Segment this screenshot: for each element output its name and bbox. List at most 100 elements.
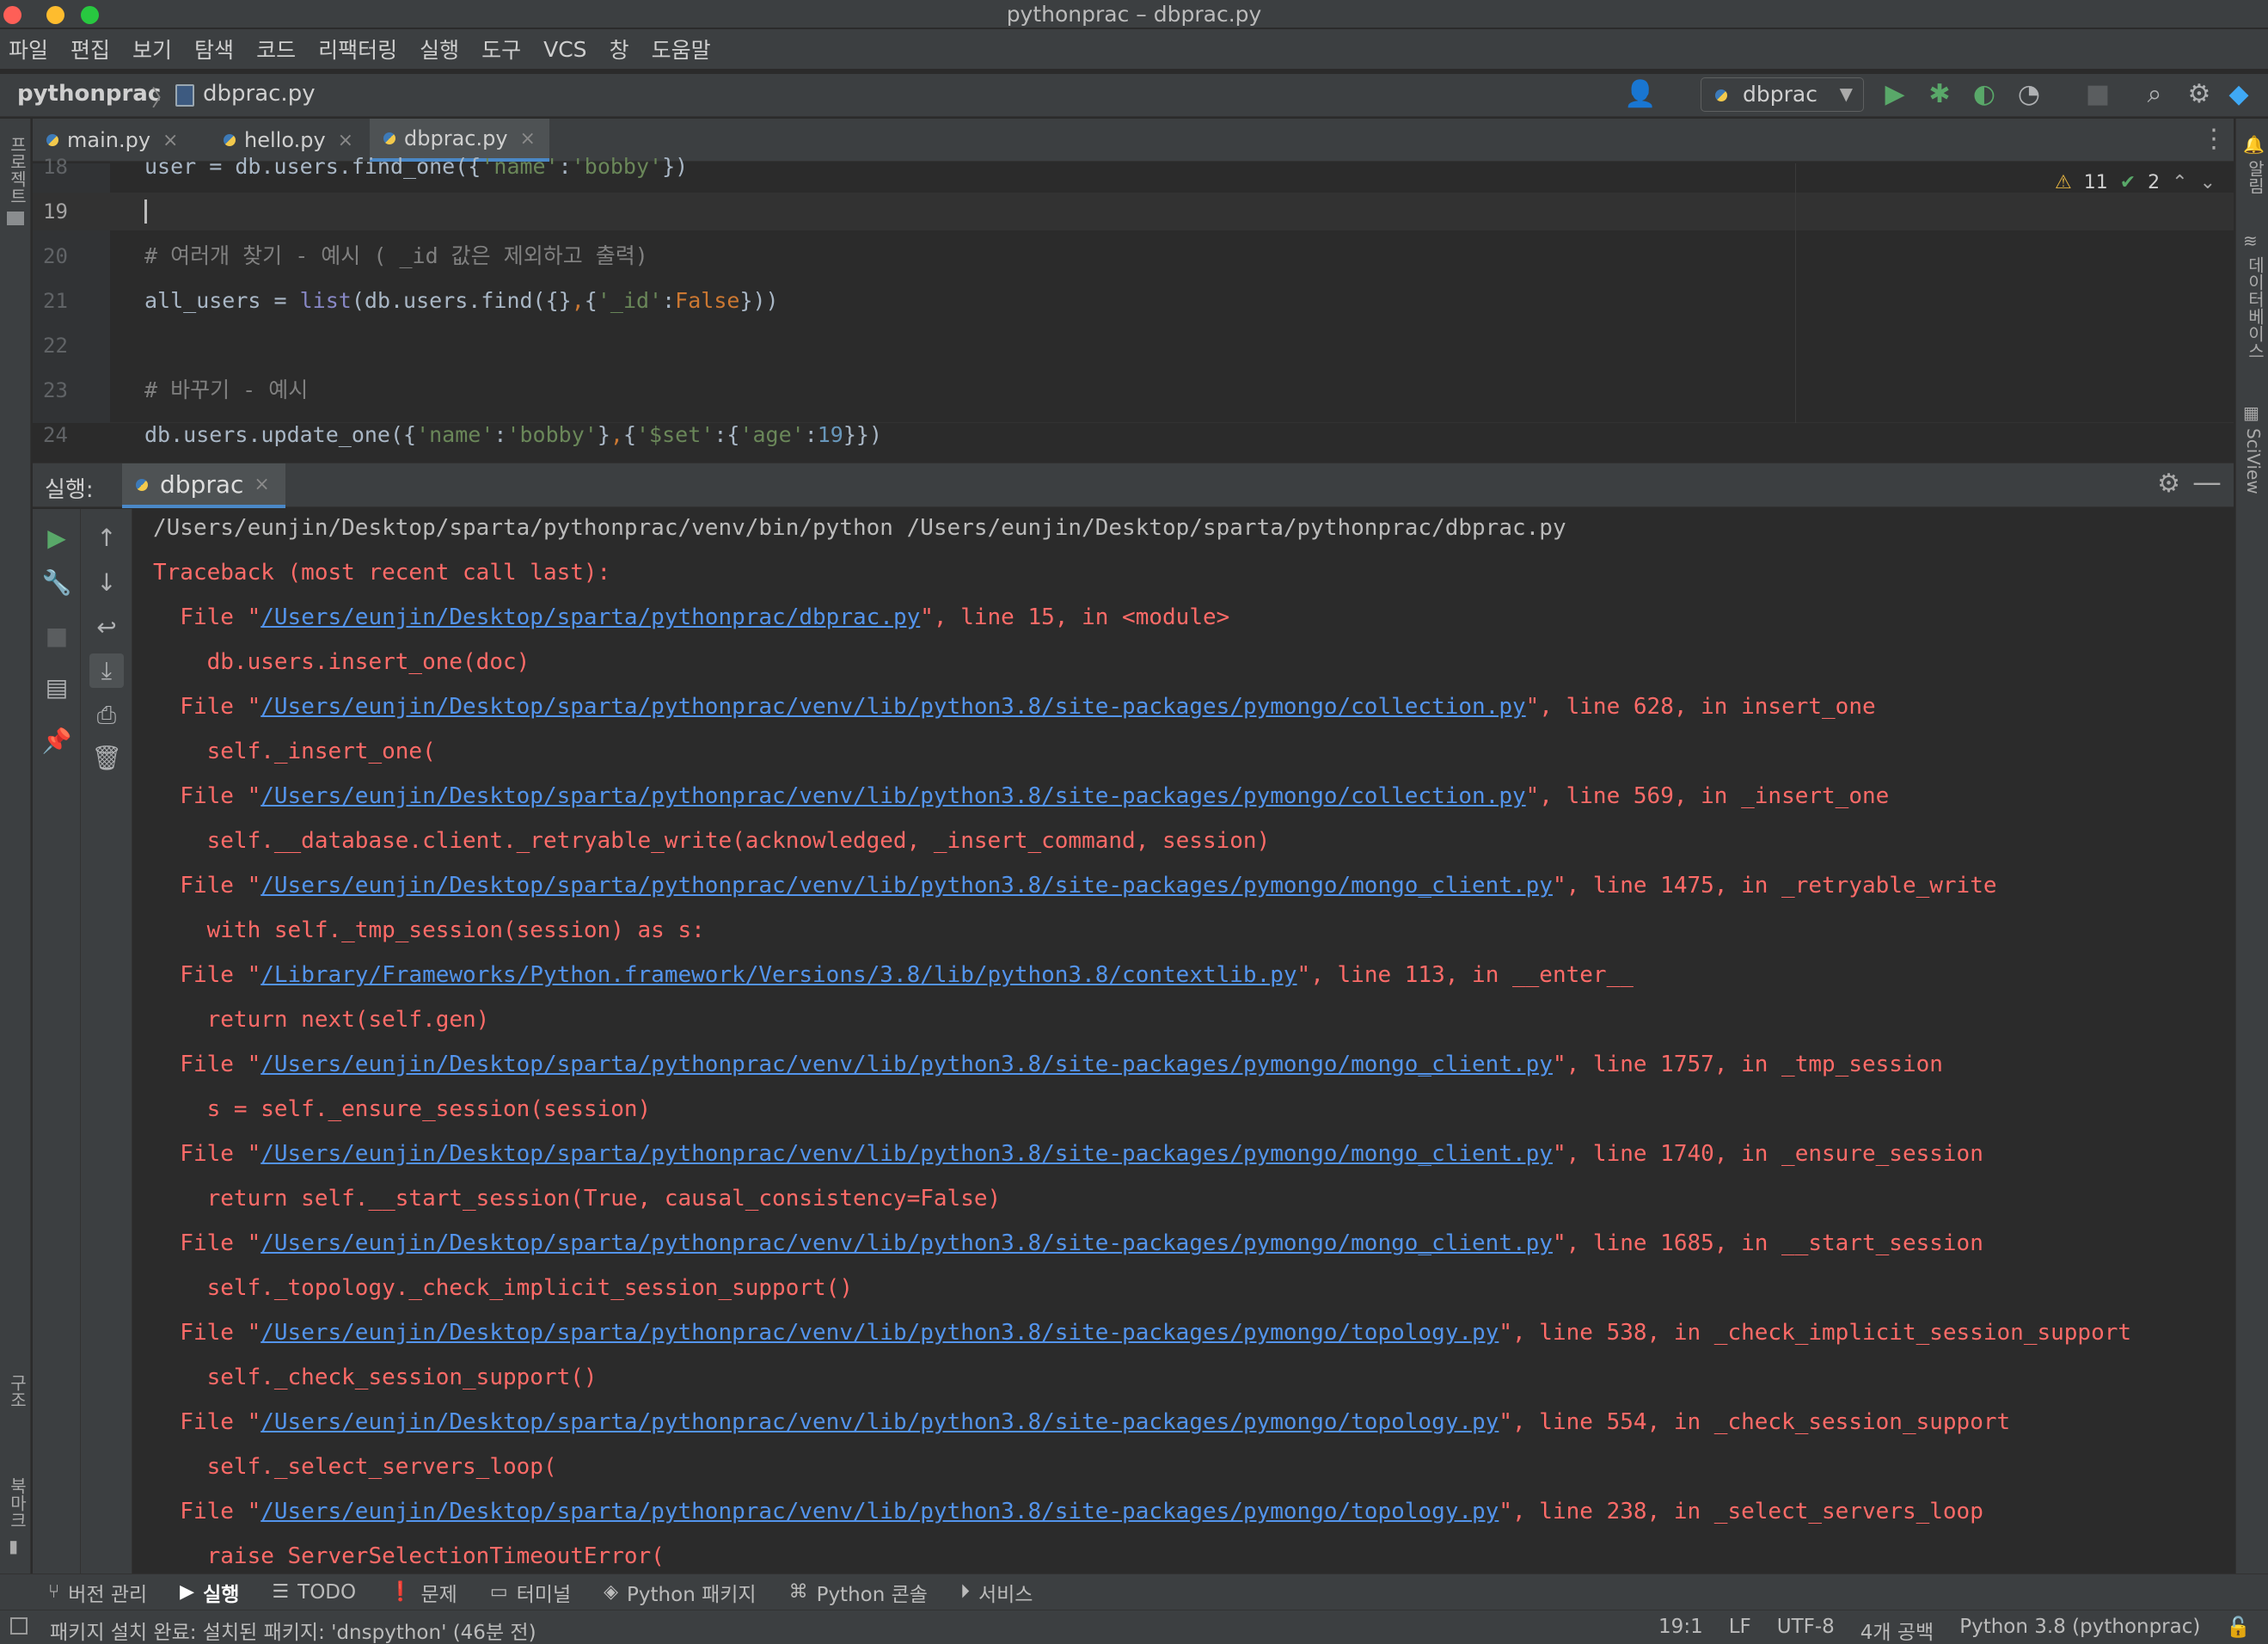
console-error-line: self._topology._check_implicit_session_s… bbox=[153, 1269, 853, 1307]
menu-item[interactable]: 실행 bbox=[420, 34, 459, 64]
layout-icon[interactable]: ▤ bbox=[40, 671, 74, 705]
tool-window-button[interactable]: ☰ TODO bbox=[272, 1581, 356, 1604]
close-icon[interactable]: × bbox=[254, 474, 269, 495]
code-token: list bbox=[299, 288, 352, 313]
stop-icon[interactable]: ■ bbox=[2081, 77, 2115, 112]
file-link[interactable]: /Users/eunjin/Desktop/sparta/pythonprac/… bbox=[261, 694, 1525, 720]
right-tool-strip: 🔔 알림 ≋ 데이터베이스 ▦ SciView bbox=[2235, 119, 2268, 1573]
file-encoding[interactable]: UTF-8 bbox=[1777, 1616, 1835, 1644]
code-editor[interactable]: 18 user = db.users.find_one({'name':'bobb… bbox=[33, 154, 2234, 447]
menu-item[interactable]: 편집 bbox=[70, 34, 110, 64]
soft-wrap-icon[interactable]: ↩ bbox=[89, 610, 124, 645]
run-configuration-selector[interactable]: dbprac ▼ bbox=[1701, 77, 1864, 112]
line-number: 21 bbox=[43, 289, 68, 313]
lock-icon[interactable]: 🔓 bbox=[2226, 1616, 2251, 1644]
code-line[interactable]: 19 bbox=[33, 193, 2234, 230]
tool-window-button[interactable]: ⑂ 버전 관리 bbox=[48, 1578, 147, 1607]
file-link[interactable]: /Users/eunjin/Desktop/sparta/pythonprac/… bbox=[261, 873, 1553, 899]
rerun-icon[interactable]: ▶ bbox=[40, 521, 74, 555]
python-file-icon bbox=[383, 132, 395, 144]
code-line[interactable]: 23 # 바꾸기 - 예시 bbox=[33, 371, 2234, 409]
code-line[interactable]: 22 bbox=[33, 327, 2234, 365]
arrow-up-icon[interactable]: ↑ bbox=[89, 521, 124, 555]
chevron-up-icon[interactable]: ⌃ bbox=[2172, 172, 2187, 193]
tool-window-button[interactable]: ⌘ Python 콘솔 bbox=[789, 1578, 928, 1607]
pin-icon[interactable]: 📌 bbox=[40, 724, 74, 758]
status-message[interactable]: 패키지 설치 완료: 설치된 패키지: 'dnspython' (46분 전) bbox=[50, 1616, 536, 1644]
close-icon[interactable]: × bbox=[520, 128, 536, 150]
file-link[interactable]: /Users/eunjin/Desktop/sparta/pythonprac/… bbox=[261, 783, 1525, 809]
stop-icon[interactable]: ■ bbox=[40, 619, 74, 653]
coverage-icon[interactable]: ◐ bbox=[1967, 77, 2001, 112]
code-line[interactable]: 24 db.users.update_one({'name':'bobby'},{… bbox=[33, 416, 2234, 454]
sciview-tool-button[interactable]: SciView bbox=[2243, 428, 2264, 494]
search-icon[interactable]: ⌕ bbox=[2137, 77, 2172, 112]
run-console-output[interactable]: /Users/eunjin/Desktop/sparta/pythonprac/… bbox=[134, 509, 2234, 1573]
settings-icon[interactable]: ⚙ bbox=[2157, 469, 2180, 499]
line-separator[interactable]: LF bbox=[1729, 1616, 1751, 1644]
tool-window-button[interactable]: ▭ 터미널 bbox=[490, 1578, 571, 1607]
console-text: self._insert_one( bbox=[153, 739, 436, 764]
inspection-widget[interactable]: ⚠ 11 ✔ 2 ⌃ ⌄ bbox=[2055, 172, 2216, 193]
tool-window-button[interactable]: ◈ Python 패키지 bbox=[604, 1578, 756, 1607]
file-link[interactable]: /Users/eunjin/Desktop/sparta/pythonprac/… bbox=[261, 1409, 1499, 1435]
menu-item[interactable]: 보기 bbox=[132, 34, 172, 64]
console-text: Traceback (most recent call last): bbox=[153, 560, 611, 586]
plugin-icon[interactable]: ◆ bbox=[2222, 77, 2256, 112]
menu-item[interactable]: 창 bbox=[610, 34, 629, 64]
menu-item[interactable]: 파일 bbox=[9, 34, 48, 64]
console-error-line: with self._tmp_session(session) as s: bbox=[153, 911, 705, 949]
menu-item[interactable]: 도구 bbox=[481, 34, 521, 64]
file-link[interactable]: /Users/eunjin/Desktop/sparta/pythonprac/… bbox=[261, 1052, 1553, 1077]
notifications-tool-button[interactable]: 알림 bbox=[2243, 160, 2268, 194]
caret-position[interactable]: 19:1 bbox=[1658, 1616, 1703, 1644]
code-token: }}) bbox=[843, 422, 883, 447]
python-file-icon bbox=[224, 134, 236, 146]
console-text: ", line 113, in __enter__ bbox=[1296, 962, 1634, 988]
tool-window-button[interactable]: ❗ 문제 bbox=[389, 1578, 457, 1607]
code-line[interactable]: 21 all_users = list(db.users.find({},{'_i… bbox=[33, 282, 2234, 320]
menu-item[interactable]: 코드 bbox=[256, 34, 296, 64]
tool-window-button[interactable]: ▶ 실행 bbox=[180, 1578, 239, 1607]
minimize-icon[interactable]: — bbox=[2192, 465, 2222, 500]
tool-window-button[interactable]: ⏵ 서비스 bbox=[960, 1578, 1033, 1607]
scroll-to-end-icon[interactable]: ⤓ bbox=[89, 653, 124, 688]
code-token: all_users = bbox=[144, 288, 300, 313]
trash-icon[interactable]: 🗑 bbox=[89, 741, 124, 776]
console-text: with self._tmp_session(session) as s: bbox=[153, 917, 705, 943]
python-interpreter[interactable]: Python 3.8 (pythonprac) bbox=[1959, 1616, 2200, 1644]
settings-icon[interactable]: ⚙ bbox=[2182, 77, 2216, 112]
print-icon[interactable]: ⎙ bbox=[89, 698, 124, 733]
console-text: ", line 538, in _check_implicit_session_… bbox=[1499, 1320, 2132, 1346]
menu-item[interactable]: 리팩터링 bbox=[318, 34, 397, 64]
structure-tool-button[interactable]: 구조 bbox=[5, 1374, 30, 1408]
file-link[interactable]: /Users/eunjin/Desktop/sparta/pythonprac/… bbox=[261, 1230, 1553, 1256]
arrow-down-icon[interactable]: ↓ bbox=[89, 566, 124, 600]
run-tab-dbprac[interactable]: dbprac × bbox=[122, 463, 285, 508]
user-icon[interactable]: 👤 bbox=[1623, 77, 1658, 112]
file-link[interactable]: /Users/eunjin/Desktop/sparta/pythonprac/… bbox=[261, 1499, 1499, 1524]
database-tool-button[interactable]: 데이터베이스 bbox=[2243, 256, 2268, 359]
code-line[interactable]: 20 # 여러개 찾기 - 예시 ( _id 값은 제외하고 출력) bbox=[33, 237, 2234, 275]
profile-icon[interactable]: ◔ bbox=[2012, 77, 2046, 112]
file-link[interactable]: /Library/Frameworks/Python.framework/Ver… bbox=[261, 962, 1296, 988]
bookmarks-tool-button[interactable]: 북마크 bbox=[5, 1477, 30, 1529]
toggle-tool-windows-icon[interactable] bbox=[10, 1617, 28, 1635]
breadcrumb-file[interactable]: dbprac.py bbox=[203, 81, 316, 107]
code-line[interactable]: 18 user = db.users.find_one({'name':'bobb… bbox=[33, 148, 2234, 186]
menu-item[interactable]: 도움말 bbox=[652, 34, 711, 64]
code-token: , bbox=[610, 422, 623, 447]
indent-setting[interactable]: 4개 공백 bbox=[1860, 1616, 1934, 1644]
file-link[interactable]: /Users/eunjin/Desktop/sparta/pythonprac/… bbox=[261, 1320, 1499, 1346]
chevron-down-icon[interactable]: ⌄ bbox=[2200, 172, 2216, 193]
console-text: ", line 1740, in _ensure_session bbox=[1552, 1141, 1983, 1167]
wrench-icon[interactable]: 🔧 bbox=[40, 566, 74, 600]
debug-icon[interactable]: ✱ bbox=[1922, 77, 1957, 112]
menu-item[interactable]: VCS bbox=[543, 37, 586, 62]
breadcrumb-project[interactable]: pythonprac bbox=[17, 81, 161, 107]
menu-item[interactable]: 탐색 bbox=[194, 34, 234, 64]
project-tool-button[interactable]: 프로젝트 bbox=[5, 136, 30, 205]
run-icon[interactable]: ▶ bbox=[1878, 77, 1912, 112]
file-link[interactable]: /Users/eunjin/Desktop/sparta/pythonprac/… bbox=[261, 1141, 1553, 1167]
file-link[interactable]: /Users/eunjin/Desktop/sparta/pythonprac/… bbox=[261, 604, 920, 630]
